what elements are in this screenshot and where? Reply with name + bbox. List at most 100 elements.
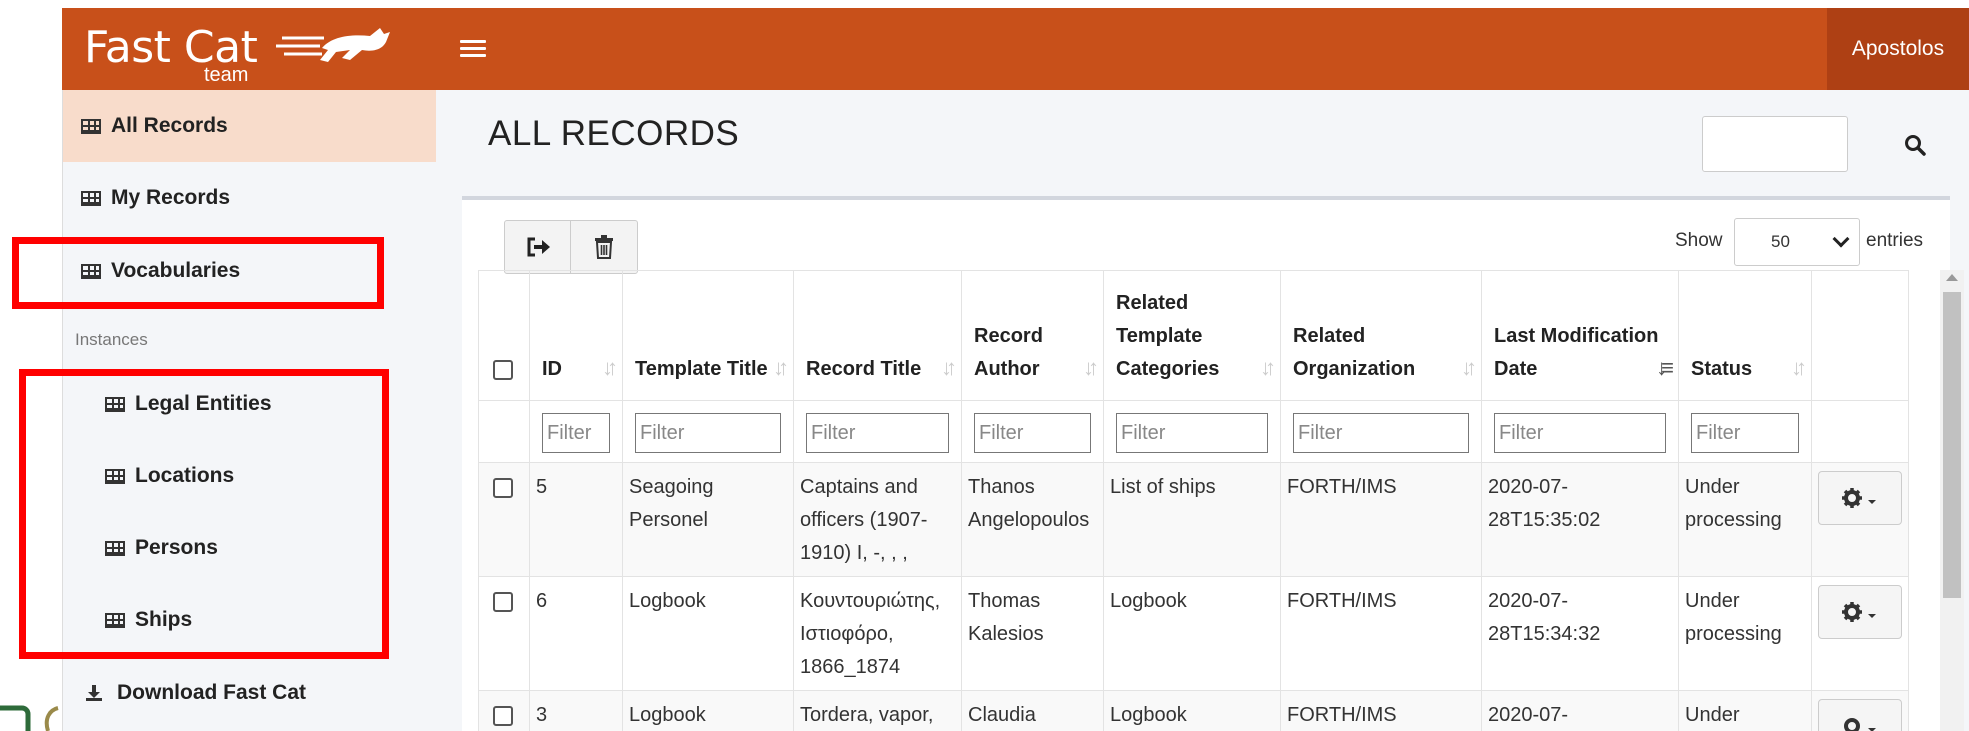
row-actions-cell (1811, 690, 1909, 731)
gear-icon (1842, 488, 1876, 508)
cell-status: Under (1678, 690, 1812, 731)
filter-cell: Filter (1678, 400, 1812, 463)
cell-record-title: Κουντουριώτης, Ιστιοφόρο, 1866_1874 (793, 576, 962, 691)
user-menu[interactable]: Apostolos (1827, 8, 1969, 90)
records-table: ID ↓↑ Template Title ↓↑ Record Title ↓↑ Rec… (478, 270, 1909, 731)
menu-toggle-icon[interactable] (460, 36, 486, 62)
filter-input-record-author[interactable]: Filter (974, 413, 1091, 453)
filter-cell (1811, 400, 1909, 463)
cell-record-author: Thomas Kalesios (961, 576, 1104, 691)
highlight-box-instances (19, 369, 389, 659)
delete-button[interactable] (571, 221, 637, 273)
cell-record-title: Captains and officers (1907-1910) I, -, … (793, 462, 962, 577)
column-header-template-title[interactable]: Template Title ↓↑ (622, 270, 794, 401)
column-header-last-modification-date[interactable]: Last Modification Date ↓≡ (1481, 270, 1679, 401)
records-card: Show 50 entries ID↓↑ Template Title↓↑ (462, 196, 1964, 731)
cell-organization: FORTH/IMS (1280, 690, 1482, 731)
cell-categories: List of ships (1103, 462, 1281, 577)
entries-value: 50 (1771, 232, 1790, 251)
row-actions-button[interactable] (1818, 699, 1902, 731)
page-title: ALL RECORDS (488, 114, 740, 153)
column-header-related-template-categories[interactable]: Related Template Categories ↓↑ (1103, 270, 1281, 401)
filter-input-status[interactable]: Filter (1691, 413, 1799, 453)
filter-cell: Filter (961, 400, 1104, 463)
gear-icon (1844, 718, 1876, 731)
row-select-cell (478, 576, 530, 691)
export-button[interactable] (505, 221, 571, 273)
filter-cell (478, 400, 530, 463)
cell-record-author: Claudia (961, 690, 1104, 731)
column-header-related-organization[interactable]: Related Organization ↓↑ (1280, 270, 1482, 401)
cell-id: 3 (529, 690, 623, 731)
show-label: Show (1675, 230, 1723, 251)
scrollbar-thumb[interactable] (1943, 292, 1961, 598)
filter-row: Filter Filter Filter Filter Filter Filte… (478, 400, 1909, 463)
filter-cell: Filter (1481, 400, 1679, 463)
sort-icon: ↓↑ (1260, 355, 1276, 380)
table-row: 3 Logbook Tordera, vapor, Claudia Logboo… (478, 690, 1909, 731)
table-scrollbar[interactable] (1940, 270, 1964, 731)
filter-input-organization[interactable]: Filter (1293, 413, 1469, 453)
cell-template-title: Logbook (622, 576, 794, 691)
entries-label: entries (1866, 230, 1924, 251)
cell-date: 2020-07-28T15:35:02 (1481, 462, 1679, 577)
row-actions-cell (1811, 462, 1909, 577)
cell-date: 2020-07- (1481, 690, 1679, 731)
filter-input-id[interactable]: Filter (542, 413, 610, 453)
filter-cell: Filter (1280, 400, 1482, 463)
sort-icon: ↓↑ (1461, 355, 1477, 380)
column-header-status[interactable]: Status ↓↑ (1678, 270, 1812, 401)
cell-categories: Logbook (1103, 690, 1281, 731)
cell-id: 5 (529, 462, 623, 577)
column-header-record-author[interactable]: Record Author ↓↑ (961, 270, 1104, 401)
cell-status: Under processing (1678, 462, 1812, 577)
sidebar-item-download[interactable]: Download Fast Cat (63, 657, 437, 729)
column-header-id[interactable]: ID ↓↑ (529, 270, 623, 401)
sidebar-item-label: Download Fast Cat (117, 681, 307, 704)
gear-icon (1842, 602, 1876, 622)
filter-input-template-title[interactable]: Filter (635, 413, 781, 453)
top-navbar: Fast Cat team Apostolos (62, 8, 1969, 90)
table-row: 5 Seagoing Personel Captains and officer… (478, 462, 1909, 577)
cell-template-title: Seagoing Personel (622, 462, 794, 577)
row-actions-button[interactable] (1818, 471, 1902, 525)
row-checkbox[interactable] (493, 591, 513, 612)
cell-date: 2020-07-28T15:34:32 (1481, 576, 1679, 691)
row-actions-button[interactable] (1818, 585, 1902, 639)
row-checkbox[interactable] (493, 477, 513, 498)
scroll-up-arrow-icon[interactable] (1946, 274, 1958, 281)
entries-select[interactable]: 50 (1734, 218, 1860, 266)
cell-categories: Logbook (1103, 576, 1281, 691)
select-all-checkbox[interactable] (493, 359, 513, 380)
cell-record-author: Thanos Angelopoulos (961, 462, 1104, 577)
main-content: ALL RECORDS Show 50 entries ID ↓↑ Templa… (436, 90, 1969, 731)
search-input[interactable] (1702, 116, 1848, 172)
cell-organization: FORTH/IMS (1280, 576, 1482, 691)
sidebar-item-label: My Records (111, 186, 231, 209)
cell-id: 6 (529, 576, 623, 691)
search-icon[interactable] (1904, 134, 1926, 156)
cat-logo-icon (276, 28, 390, 62)
table-icon (81, 118, 101, 134)
sidebar-item-all-records[interactable]: All Records (63, 90, 437, 162)
row-checkbox[interactable] (493, 705, 513, 726)
table-row: 6 Logbook Κουντουριώτης, Ιστιοφόρο, 1866… (478, 576, 1909, 691)
sort-icon: ↓↑ (941, 355, 957, 380)
row-actions-cell (1811, 576, 1909, 691)
filter-cell: Filter (1103, 400, 1281, 463)
filter-cell: Filter (793, 400, 962, 463)
column-header-record-title[interactable]: Record Title ↓↑ (793, 270, 962, 401)
download-icon (86, 685, 102, 701)
filter-input-record-title[interactable]: Filter (806, 413, 949, 453)
sidebar-item-my-records[interactable]: My Records (63, 162, 437, 234)
cell-record-title: Tordera, vapor, (793, 690, 962, 731)
row-select-cell (478, 690, 530, 731)
filter-input-date[interactable]: Filter (1494, 413, 1666, 453)
highlight-box-vocabularies (12, 237, 384, 309)
filter-input-categories[interactable]: Filter (1116, 413, 1268, 453)
table-header-row: ID ↓↑ Template Title ↓↑ Record Title ↓↑ Rec… (478, 270, 1909, 401)
trash-icon (595, 235, 613, 259)
sign-out-icon (527, 237, 550, 257)
filter-cell: Filter (622, 400, 794, 463)
app-logo[interactable]: Fast Cat team (62, 8, 436, 90)
